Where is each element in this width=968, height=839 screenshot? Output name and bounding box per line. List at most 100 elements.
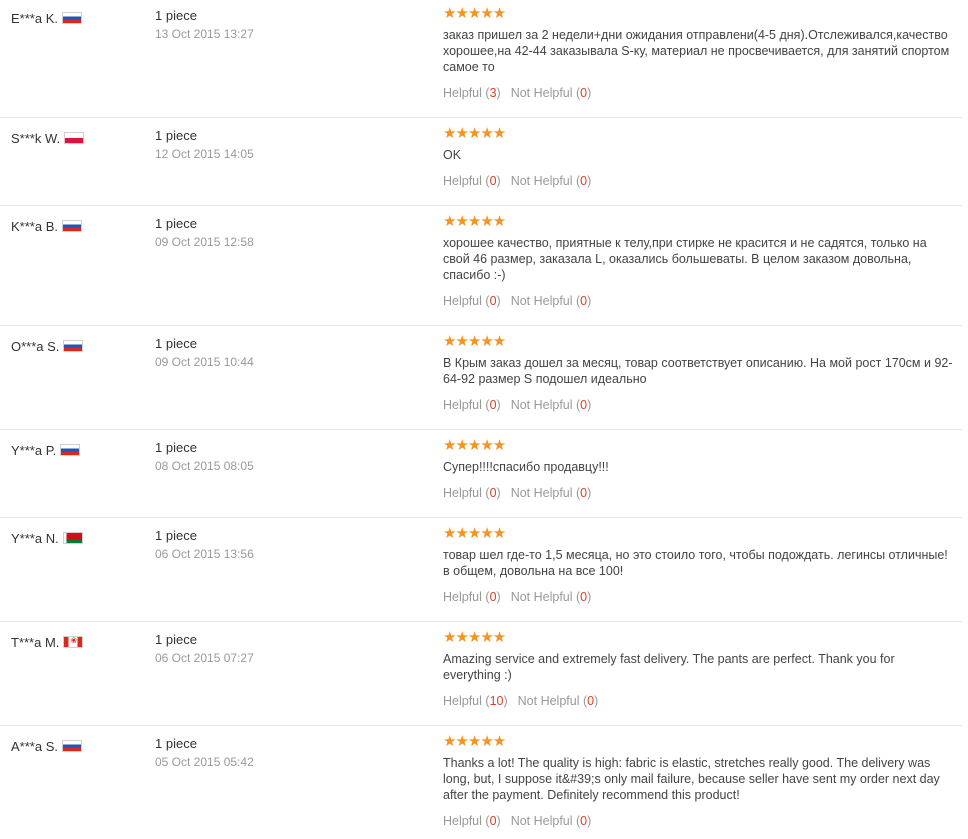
- reviewer: Y***a N.: [11, 530, 83, 546]
- helpful-button[interactable]: Helpful (0): [443, 294, 501, 308]
- reviewer: O***a S.: [11, 338, 84, 355]
- order-quantity: 1 piece: [155, 736, 197, 751]
- helpful-label: Helpful: [443, 486, 482, 500]
- poland-flag-icon: [64, 131, 85, 144]
- order-info: 1 piece 06 Oct 2015 13:56: [155, 528, 254, 562]
- helpful-votes: Helpful (0) Not Helpful (0): [443, 814, 591, 828]
- not-helpful-button[interactable]: Not Helpful (0): [511, 86, 592, 100]
- star-rating: ★★★★★: [443, 629, 506, 646]
- reviewer: T***a M.: [11, 634, 84, 650]
- helpful-count: 0: [489, 590, 497, 604]
- not-helpful-button[interactable]: Not Helpful (0): [511, 174, 592, 188]
- star-rating: ★★★★★: [443, 5, 506, 22]
- not-helpful-label: Not Helpful: [517, 694, 580, 708]
- order-quantity: 1 piece: [155, 632, 197, 647]
- helpful-button[interactable]: Helpful (0): [443, 814, 501, 828]
- helpful-votes: Helpful (0) Not Helpful (0): [443, 486, 591, 500]
- reviewer-name: S***k W.: [11, 131, 61, 147]
- review-item: A***a S. 1 piece 05 Oct 2015 05:42 ★★★★★ T…: [0, 726, 962, 839]
- reviewer-name: Y***a P.: [11, 443, 57, 459]
- helpful-button[interactable]: Helpful (10): [443, 694, 508, 708]
- review-text: В Крым заказ дошел за месяц, товар соотв…: [443, 356, 953, 386]
- russia-flag-icon: [61, 739, 82, 752]
- helpful-votes: Helpful (0) Not Helpful (0): [443, 294, 591, 308]
- helpful-label: Helpful: [443, 174, 482, 188]
- review-date: 08 Oct 2015 08:05: [155, 459, 254, 473]
- helpful-count: 0: [489, 398, 497, 412]
- helpful-count: 3: [489, 86, 497, 100]
- helpful-count: 0: [489, 174, 497, 188]
- helpful-label: Helpful: [443, 590, 482, 604]
- reviewer-name: O***a S.: [11, 339, 60, 355]
- helpful-votes: Helpful (0) Not Helpful (0): [443, 174, 591, 188]
- helpful-label: Helpful: [443, 398, 482, 412]
- review-date: 06 Oct 2015 13:56: [155, 547, 254, 561]
- review-date: 06 Oct 2015 07:27: [155, 651, 254, 665]
- reviewer-name: A***a S.: [11, 739, 58, 755]
- review-content: ★★★★★ хорошее качество, приятные к телу,п…: [443, 214, 955, 283]
- reviewer: A***a S.: [11, 738, 82, 754]
- not-helpful-label: Not Helpful: [510, 486, 573, 500]
- helpful-button[interactable]: Helpful (3): [443, 86, 501, 100]
- order-info: 1 piece 12 Oct 2015 14:05: [155, 128, 254, 162]
- review-item: Y***a P. 1 piece 08 Oct 2015 08:05 ★★★★★ С…: [0, 430, 962, 518]
- russia-flag-icon: [61, 219, 82, 232]
- star-rating: ★★★★★: [443, 525, 506, 542]
- order-quantity: 1 piece: [155, 440, 197, 455]
- helpful-votes: Helpful (3) Not Helpful (0): [443, 86, 591, 100]
- star-rating: ★★★★★: [443, 125, 506, 142]
- review-item: O***a S. 1 piece 09 Oct 2015 10:44 ★★★★★ В…: [0, 326, 962, 430]
- helpful-button[interactable]: Helpful (0): [443, 590, 501, 604]
- not-helpful-button[interactable]: Not Helpful (0): [511, 398, 592, 412]
- order-quantity: 1 piece: [155, 528, 197, 543]
- order-info: 1 piece 09 Oct 2015 12:58: [155, 216, 254, 250]
- not-helpful-button[interactable]: Not Helpful (0): [511, 294, 592, 308]
- order-info: 1 piece 08 Oct 2015 08:05: [155, 440, 254, 474]
- review-item: T***a M. 1 piece 06 Oct 2015 07:27 ★★★★★ A…: [0, 622, 962, 726]
- review-text: товар шел где-то 1,5 месяца, но это стои…: [443, 548, 948, 578]
- helpful-count: 0: [489, 814, 497, 828]
- review-content: ★★★★★ В Крым заказ дошел за месяц, товар …: [443, 334, 955, 387]
- review-date: 12 Oct 2015 14:05: [155, 147, 254, 161]
- order-info: 1 piece 13 Oct 2015 13:27: [155, 8, 254, 42]
- reviewer: Y***a P.: [11, 442, 81, 459]
- review-item: S***k W. 1 piece 12 Oct 2015 14:05 ★★★★★ O…: [0, 118, 962, 206]
- helpful-button[interactable]: Helpful (0): [443, 398, 501, 412]
- helpful-label: Helpful: [443, 694, 482, 708]
- belarus-flag-icon: [62, 531, 83, 544]
- review-text: Thanks a lot! The quality is high: fabri…: [443, 756, 940, 802]
- helpful-votes: Helpful (0) Not Helpful (0): [443, 590, 591, 604]
- not-helpful-count: 0: [580, 174, 588, 188]
- russia-flag-icon: [63, 339, 84, 352]
- not-helpful-count: 0: [580, 86, 588, 100]
- not-helpful-button[interactable]: Not Helpful (0): [518, 694, 599, 708]
- reviewer-name: E***a K.: [11, 11, 58, 27]
- not-helpful-button[interactable]: Not Helpful (0): [511, 486, 592, 500]
- not-helpful-button[interactable]: Not Helpful (0): [511, 590, 592, 604]
- star-rating: ★★★★★: [443, 333, 506, 350]
- star-rating: ★★★★★: [443, 437, 506, 454]
- not-helpful-label: Not Helpful: [510, 398, 573, 412]
- review-date: 05 Oct 2015 05:42: [155, 755, 254, 769]
- not-helpful-label: Not Helpful: [510, 174, 573, 188]
- not-helpful-count: 0: [580, 294, 588, 308]
- helpful-button[interactable]: Helpful (0): [443, 174, 501, 188]
- not-helpful-count: 0: [587, 694, 595, 708]
- reviewer: K***a B.: [11, 218, 82, 234]
- helpful-button[interactable]: Helpful (0): [443, 486, 501, 500]
- helpful-count: 10: [489, 694, 504, 708]
- helpful-count: 0: [489, 486, 497, 500]
- review-item: E***a K. 1 piece 13 Oct 2015 13:27 ★★★★★ з…: [0, 0, 962, 118]
- helpful-label: Helpful: [443, 294, 482, 308]
- review-date: 13 Oct 2015 13:27: [155, 27, 254, 41]
- review-item: K***a B. 1 piece 09 Oct 2015 12:58 ★★★★★ х…: [0, 206, 962, 326]
- review-text: хорошее качество, приятные к телу,при ст…: [443, 236, 927, 282]
- review-content: ★★★★★ заказ пришел за 2 недели+дни ожидан…: [443, 6, 955, 75]
- order-quantity: 1 piece: [155, 128, 197, 143]
- not-helpful-button[interactable]: Not Helpful (0): [511, 814, 592, 828]
- helpful-count: 0: [489, 294, 497, 308]
- star-rating: ★★★★★: [443, 213, 506, 230]
- order-info: 1 piece 05 Oct 2015 05:42: [155, 736, 254, 770]
- review-content: ★★★★★ товар шел где-то 1,5 месяца, но это…: [443, 526, 955, 579]
- reviewer-name: Y***a N.: [11, 531, 59, 547]
